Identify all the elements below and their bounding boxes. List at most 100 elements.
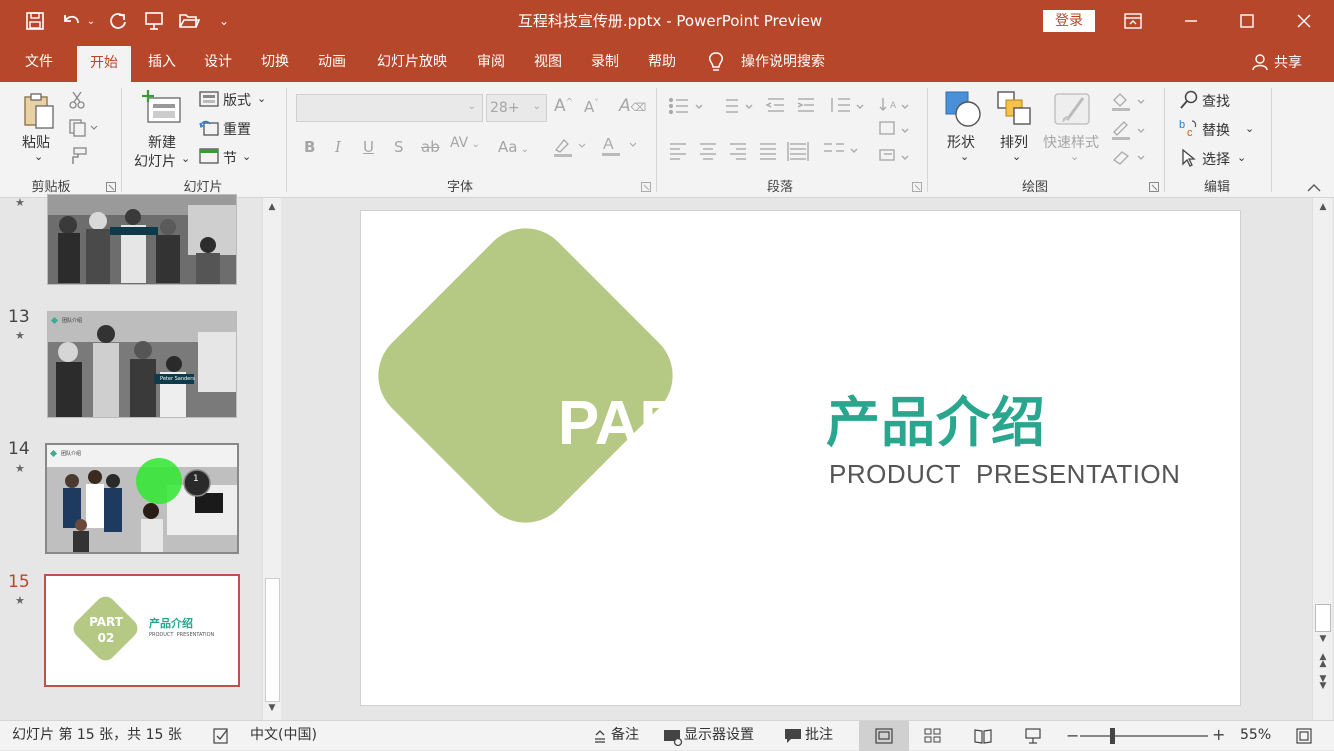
replace-dropdown-icon[interactable]: ⌄ — [1245, 122, 1254, 135]
ribbon-display-options-icon[interactable] — [1120, 8, 1146, 34]
tab-animations[interactable]: 动画 — [305, 42, 359, 82]
quick-styles-button[interactable]: 快速样式 — [1043, 132, 1099, 152]
font-launcher-icon[interactable] — [641, 181, 651, 192]
slideshow-view-icon[interactable] — [1024, 728, 1042, 744]
tab-file[interactable]: 文件 — [12, 42, 66, 82]
tab-record[interactable]: 录制 — [578, 42, 632, 82]
select-button[interactable]: 选择 — [1202, 149, 1230, 169]
share-person-icon[interactable] — [1252, 53, 1270, 71]
new-slide-dropdown-icon[interactable]: ⌄ — [181, 152, 190, 165]
slide-thumbnail-14[interactable]: 1 团队介绍 — [45, 443, 239, 554]
save-icon[interactable] — [22, 8, 48, 34]
replace-icon[interactable]: bc — [1178, 118, 1200, 139]
comments-button[interactable]: 批注 — [805, 721, 833, 751]
zoom-slider-track[interactable] — [1080, 735, 1208, 737]
paste-icon[interactable] — [22, 92, 56, 130]
tab-slideshow[interactable]: 幻灯片放映 — [367, 42, 457, 82]
slide-title[interactable]: 产品介绍 — [826, 388, 1046, 458]
layout-icon[interactable] — [199, 91, 219, 107]
change-case-icon[interactable]: Aa ⌄ — [498, 138, 529, 156]
section-dropdown-icon[interactable]: ⌄ — [242, 150, 251, 163]
slide-thumbnail-13[interactable]: Peter Sanders 团队介绍 — [47, 311, 237, 418]
tell-me-search[interactable]: 操作说明搜索 — [741, 42, 825, 82]
strikethrough-icon[interactable]: ab — [421, 138, 440, 156]
slide-part-label[interactable]: PART — [525, 385, 755, 463]
arrange-dropdown-icon[interactable]: ⌄ — [1012, 150, 1021, 163]
layout-dropdown-icon[interactable]: ⌄ — [257, 92, 266, 105]
minimize-icon[interactable] — [1178, 8, 1204, 34]
shapes-button[interactable]: 形状 — [947, 132, 975, 152]
open-folder-icon[interactable] — [176, 8, 202, 34]
tab-insert[interactable]: 插入 — [135, 42, 189, 82]
display-settings-icon[interactable] — [663, 728, 683, 747]
arrange-button[interactable]: 排列 — [1000, 132, 1028, 152]
presentation-icon[interactable] — [141, 8, 167, 34]
close-icon[interactable] — [1291, 8, 1317, 34]
tab-transitions[interactable]: 切换 — [248, 42, 302, 82]
slide-sorter-view-icon[interactable] — [924, 728, 942, 744]
zoom-out-icon[interactable]: − — [1066, 726, 1079, 745]
underline-icon[interactable]: U — [363, 138, 374, 156]
display-settings-button[interactable]: 显示器设置 — [684, 721, 754, 751]
reset-button[interactable]: 重置 — [223, 119, 251, 139]
slide-subtitle[interactable]: PRODUCT PRESENTATION — [829, 459, 1180, 490]
scroll-down-icon[interactable]: ▼ — [1317, 634, 1329, 648]
select-cursor-icon[interactable] — [1180, 148, 1198, 168]
paste-dropdown-icon[interactable]: ⌄ — [34, 150, 43, 163]
paragraph-launcher-icon[interactable] — [912, 181, 922, 192]
scrollbar-thumb[interactable] — [265, 578, 280, 702]
maximize-icon[interactable] — [1234, 8, 1260, 34]
reading-view-icon[interactable] — [974, 728, 992, 744]
customize-toolbar-icon[interactable]: ⌄ — [214, 8, 234, 34]
decrease-font-size-icon[interactable]: Aˇ — [584, 98, 599, 116]
font-size-dropdown-icon[interactable]: ⌄ — [533, 101, 541, 112]
layout-button[interactable]: 版式 — [223, 90, 251, 110]
text-shadow-icon[interactable]: S — [394, 138, 404, 156]
font-color-icon[interactable]: A — [600, 134, 640, 158]
font-size-combobox[interactable]: 28+ ⌄ — [486, 94, 547, 122]
share-button[interactable]: 共享 — [1274, 42, 1302, 82]
new-slide-icon[interactable] — [142, 90, 182, 126]
bold-icon[interactable]: B — [304, 138, 315, 156]
scroll-up-icon[interactable]: ▲ — [1317, 202, 1329, 216]
undo-dropdown-icon[interactable]: ⌄ — [84, 8, 98, 34]
select-dropdown-icon[interactable]: ⌄ — [1237, 151, 1246, 164]
slide-thumbnail-12[interactable] — [47, 194, 237, 285]
paste-button[interactable]: 粘贴 — [22, 132, 50, 152]
drawing-launcher-icon[interactable] — [1149, 181, 1159, 192]
notes-button[interactable]: 备注 — [611, 721, 639, 751]
tab-view[interactable]: 视图 — [521, 42, 575, 82]
clear-formatting-icon[interactable]: A⌫ — [619, 96, 646, 116]
cut-icon[interactable] — [68, 90, 86, 110]
section-icon[interactable] — [199, 148, 219, 164]
find-icon[interactable] — [1179, 90, 1199, 110]
language-status[interactable]: 中文(中国) — [250, 721, 317, 751]
login-button[interactable]: 登录 — [1043, 10, 1095, 32]
spell-check-icon[interactable] — [212, 727, 230, 745]
new-slide-label-2[interactable]: 幻灯片 — [134, 151, 176, 171]
tab-review[interactable]: 审阅 — [464, 42, 518, 82]
scroll-up-icon[interactable]: ▲ — [266, 202, 278, 216]
find-button[interactable]: 查找 — [1202, 91, 1230, 111]
tab-home[interactable]: 开始 — [77, 46, 131, 82]
new-slide-button[interactable]: 新建 — [148, 132, 176, 152]
tab-design[interactable]: 设计 — [191, 42, 245, 82]
scrollbar-thumb[interactable] — [1315, 604, 1331, 632]
shapes-icon[interactable] — [944, 90, 982, 128]
undo-icon[interactable] — [58, 8, 84, 34]
quick-styles-icon[interactable] — [1053, 90, 1093, 128]
slide-scrollbar[interactable]: ▲ ▼ ▲ ▲ ▼ ▼ — [1312, 198, 1332, 720]
fit-slide-icon[interactable] — [1296, 728, 1312, 744]
arrange-icon[interactable] — [996, 90, 1032, 128]
tab-help[interactable]: 帮助 — [635, 42, 689, 82]
format-painter-icon[interactable] — [68, 146, 88, 166]
zoom-in-icon[interactable]: + — [1212, 725, 1225, 744]
font-name-combobox[interactable]: ⌄ — [296, 94, 483, 122]
copy-icon[interactable] — [68, 118, 98, 138]
section-button[interactable]: 节 — [223, 148, 237, 168]
clipboard-launcher-icon[interactable] — [106, 181, 116, 192]
thumbnail-scrollbar[interactable]: ▲ ▼ — [262, 198, 281, 720]
normal-view-button[interactable] — [859, 721, 909, 751]
shape-format-controls[interactable] — [1110, 90, 1150, 170]
character-spacing-icon[interactable]: AV ⌄ — [450, 135, 480, 151]
